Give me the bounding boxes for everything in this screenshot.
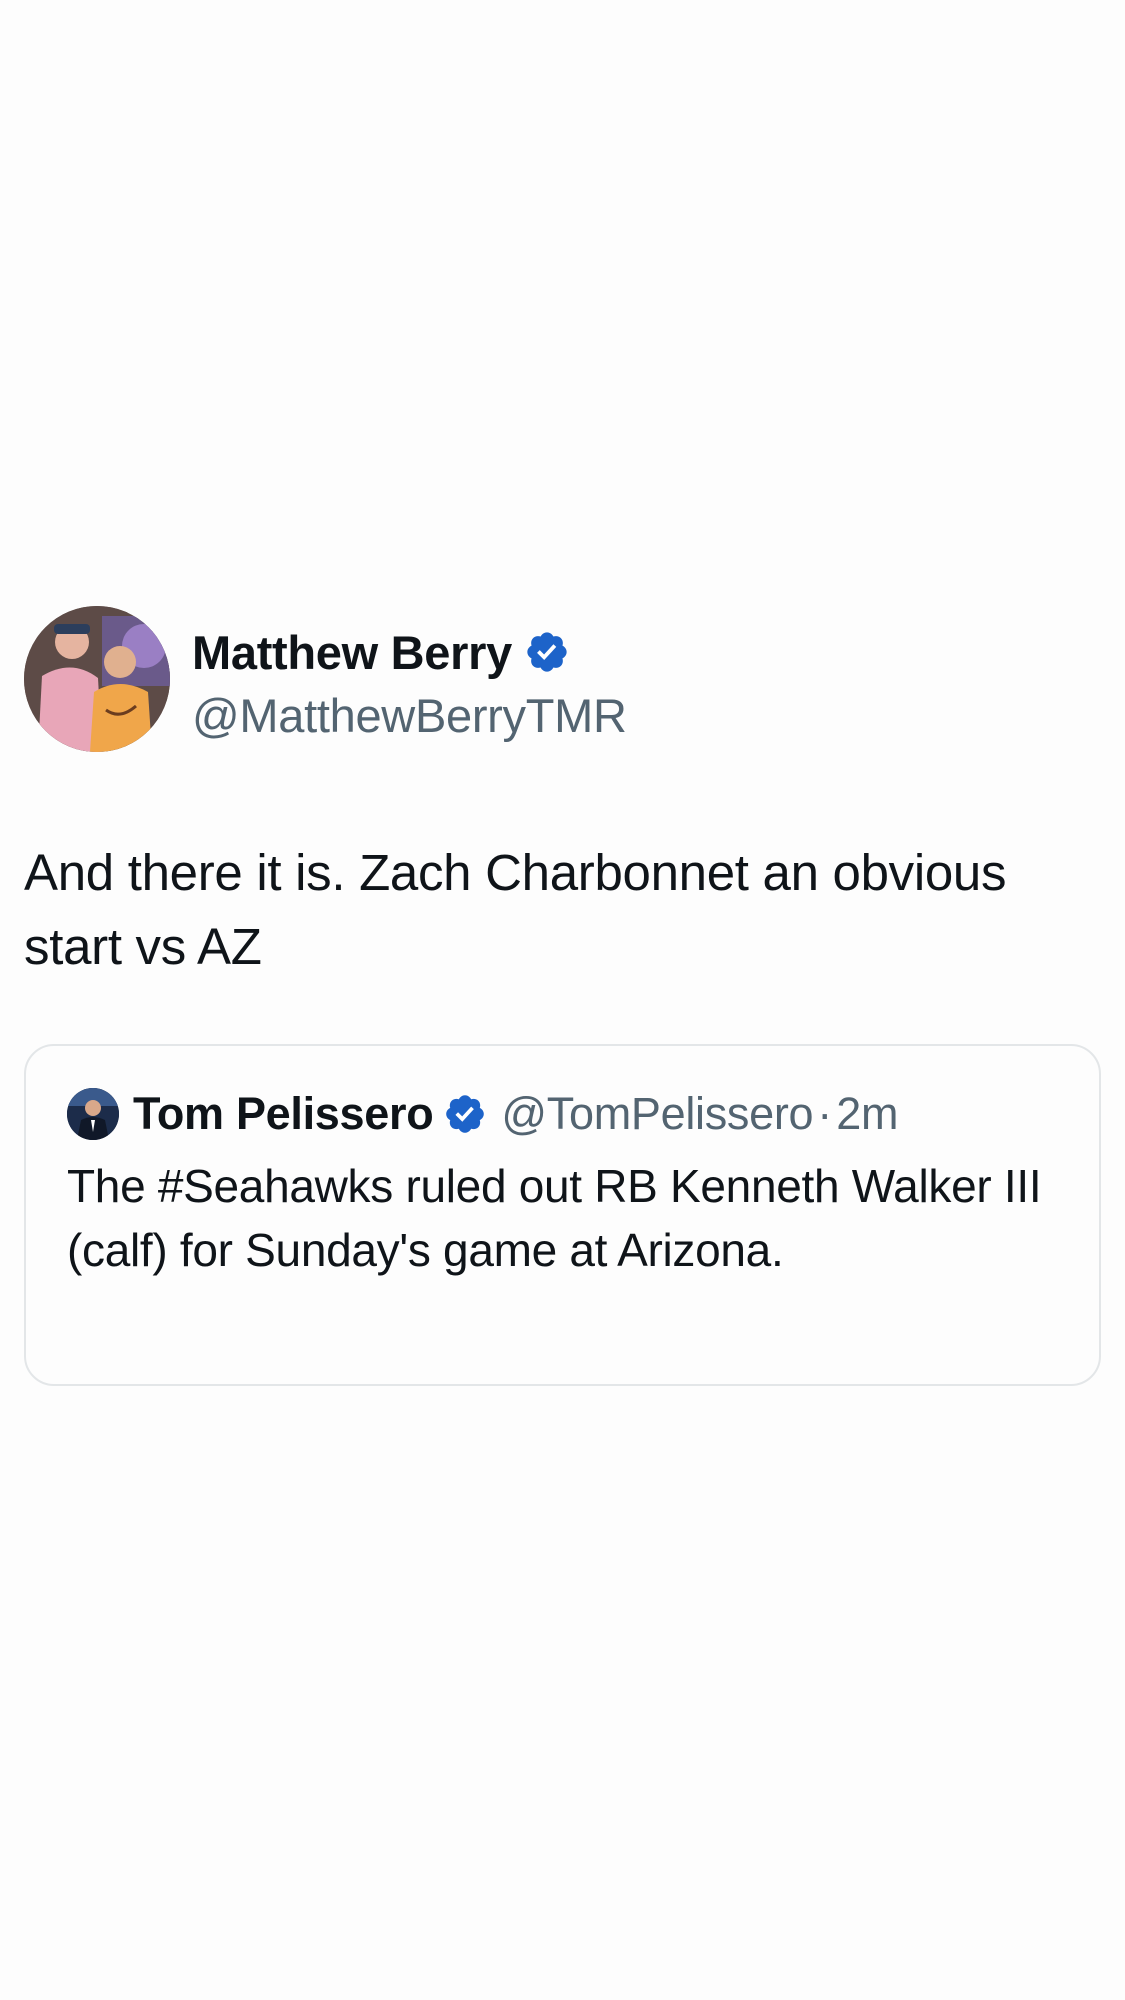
verified-badge-icon [524,629,570,675]
tweet-text: And there it is. Zach Charbonnet an obvi… [24,844,1007,975]
author-meta: Matthew Berry @MatthewBerryTMR [192,622,627,743]
quoted-author-avatar-image [67,1088,119,1140]
quoted-tweet-card[interactable]: Tom Pelissero @TomPelissero · 2m The #Se… [24,1044,1101,1386]
author-name-line: Matthew Berry [192,622,627,682]
quoted-tweet-text: The #Seahawks ruled out RB Kenneth Walke… [67,1160,1042,1276]
tweet-author-row: Matthew Berry @MatthewBerryTMR [24,600,1101,752]
author-avatar[interactable] [24,606,170,752]
quoted-separator-dot: · [817,1088,833,1139]
quoted-tweet-timestamp[interactable]: 2m [836,1088,898,1140]
quoted-author-handle[interactable]: @TomPelissero [501,1088,813,1140]
quoted-author-avatar[interactable] [67,1088,119,1140]
author-avatar-image [24,606,170,752]
quoted-tweet-header: Tom Pelissero @TomPelissero · 2m [67,1084,898,1144]
author-handle[interactable]: @MatthewBerryTMR [192,688,627,743]
quoted-author-display-name[interactable]: Tom Pelissero [133,1088,434,1140]
quoted-verified-badge-icon [443,1092,487,1136]
author-display-name[interactable]: Matthew Berry [192,625,512,680]
